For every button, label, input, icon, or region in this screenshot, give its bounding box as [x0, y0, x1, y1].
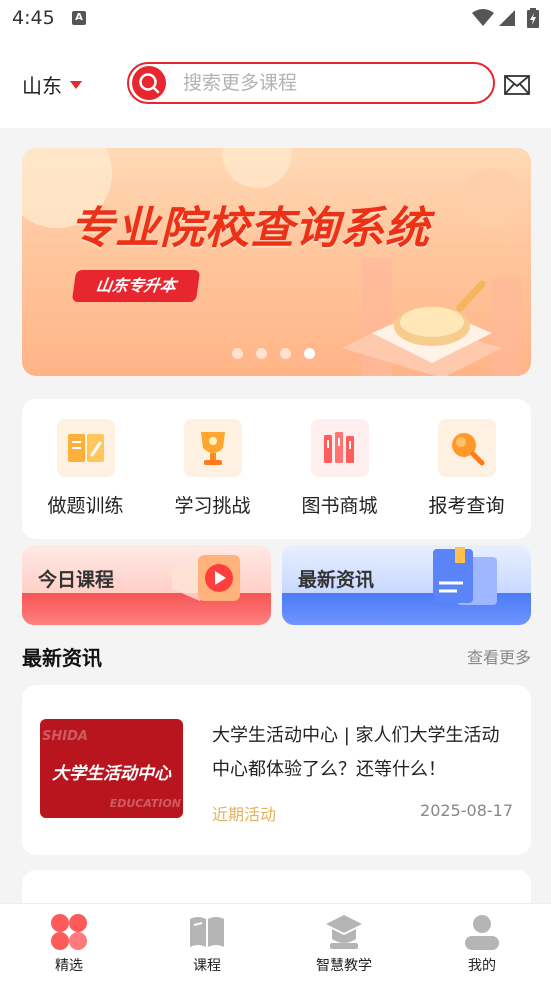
quick-item-exam-query[interactable]: 报考查询 [403, 419, 530, 518]
promo-label: 今日课程 [38, 569, 115, 591]
news-item[interactable]: SHIDA 大学生活动中心 EDUCATION 大学生活动中心 | 家人们大学生… [22, 685, 531, 855]
news-date: 2025-08-17 [420, 801, 513, 820]
status-time: 4:45 [12, 7, 55, 29]
quick-item-label: 学习挑战 [174, 495, 251, 517]
books-icon [310, 419, 369, 477]
news-tag: 近期活动 [212, 805, 277, 824]
tab-smart-teaching[interactable]: 智慧教学 [275, 912, 413, 975]
today-courses-card[interactable]: 今日课程 [22, 545, 271, 625]
carousel-dot[interactable] [280, 348, 291, 359]
quick-item-bookstore[interactable]: 图书商城 [276, 419, 403, 518]
status-bar: 4:45 A [0, 0, 551, 40]
decor-circle [222, 148, 292, 188]
tab-label: 我的 [468, 958, 496, 974]
document-icon [433, 547, 497, 605]
tab-mine[interactable]: 我的 [413, 912, 551, 975]
quick-item-label: 做题训练 [47, 495, 124, 517]
mail-icon[interactable] [504, 75, 530, 95]
promo-label: 最新资讯 [298, 569, 375, 591]
tab-courses[interactable]: 课程 [138, 912, 276, 975]
banner-tag: 山东专升本 [71, 270, 201, 302]
tab-label: 智慧教学 [316, 958, 372, 974]
wifi-icon [472, 9, 494, 26]
region-label: 山东 [22, 74, 62, 98]
carousel-dot-active[interactable] [304, 348, 315, 359]
news-section-header: 最新资讯 查看更多 [22, 642, 531, 670]
view-more-link[interactable]: 查看更多 [467, 644, 531, 668]
carousel-dots [232, 348, 315, 359]
trophy-icon [183, 419, 242, 477]
thumb-text: 大学生活动中心 [52, 764, 171, 784]
book-icon [138, 912, 276, 952]
search-bar[interactable] [127, 62, 495, 104]
region-selector[interactable]: 山东 [22, 70, 82, 99]
search-icon[interactable] [132, 66, 166, 100]
news-thumbnail: SHIDA 大学生活动中心 EDUCATION [40, 719, 183, 818]
caret-down-icon [70, 80, 82, 89]
battery-icon [527, 8, 539, 28]
graduation-cap-icon [275, 912, 413, 952]
decor-circle [462, 168, 522, 228]
play-icon [172, 555, 240, 601]
news-title: 大学生活动中心 | 家人们大学生活动中心都体验了么？还等什么！ [212, 725, 500, 780]
latest-news-card[interactable]: 最新资讯 [282, 545, 531, 625]
user-icon [413, 912, 551, 952]
quick-item-label: 报考查询 [428, 495, 505, 517]
quick-item-challenge[interactable]: 学习挑战 [149, 419, 276, 518]
carousel-dot[interactable] [232, 348, 243, 359]
signal-icon [499, 10, 515, 26]
section-title: 最新资讯 [22, 646, 102, 670]
magnifier-illustration [342, 258, 522, 376]
tab-featured[interactable]: 精选 [0, 912, 138, 975]
grid-icon [0, 912, 138, 952]
magnifier-icon [437, 419, 496, 477]
tab-label: 课程 [193, 958, 221, 974]
thumb-watermark: SHIDA [42, 729, 88, 744]
hero-banner[interactable]: 专业院校查询系统 山东专升本 [22, 148, 531, 376]
quick-item-practice[interactable]: 做题训练 [22, 419, 149, 518]
thumb-watermark: EDUCATION [109, 797, 181, 810]
top-header: 山东 [0, 40, 551, 128]
quick-item-label: 图书商城 [301, 495, 378, 517]
bottom-tab-bar: 精选 课程 智慧教学 我的 [0, 903, 551, 981]
notebook-icon [56, 419, 115, 477]
carousel-dot[interactable] [256, 348, 267, 359]
tab-label: 精选 [55, 958, 83, 974]
search-input[interactable] [183, 72, 473, 94]
sim-icon: A [72, 11, 86, 25]
quick-menu: 做题训练 学习挑战 图书商城 报考查询 [22, 399, 531, 539]
